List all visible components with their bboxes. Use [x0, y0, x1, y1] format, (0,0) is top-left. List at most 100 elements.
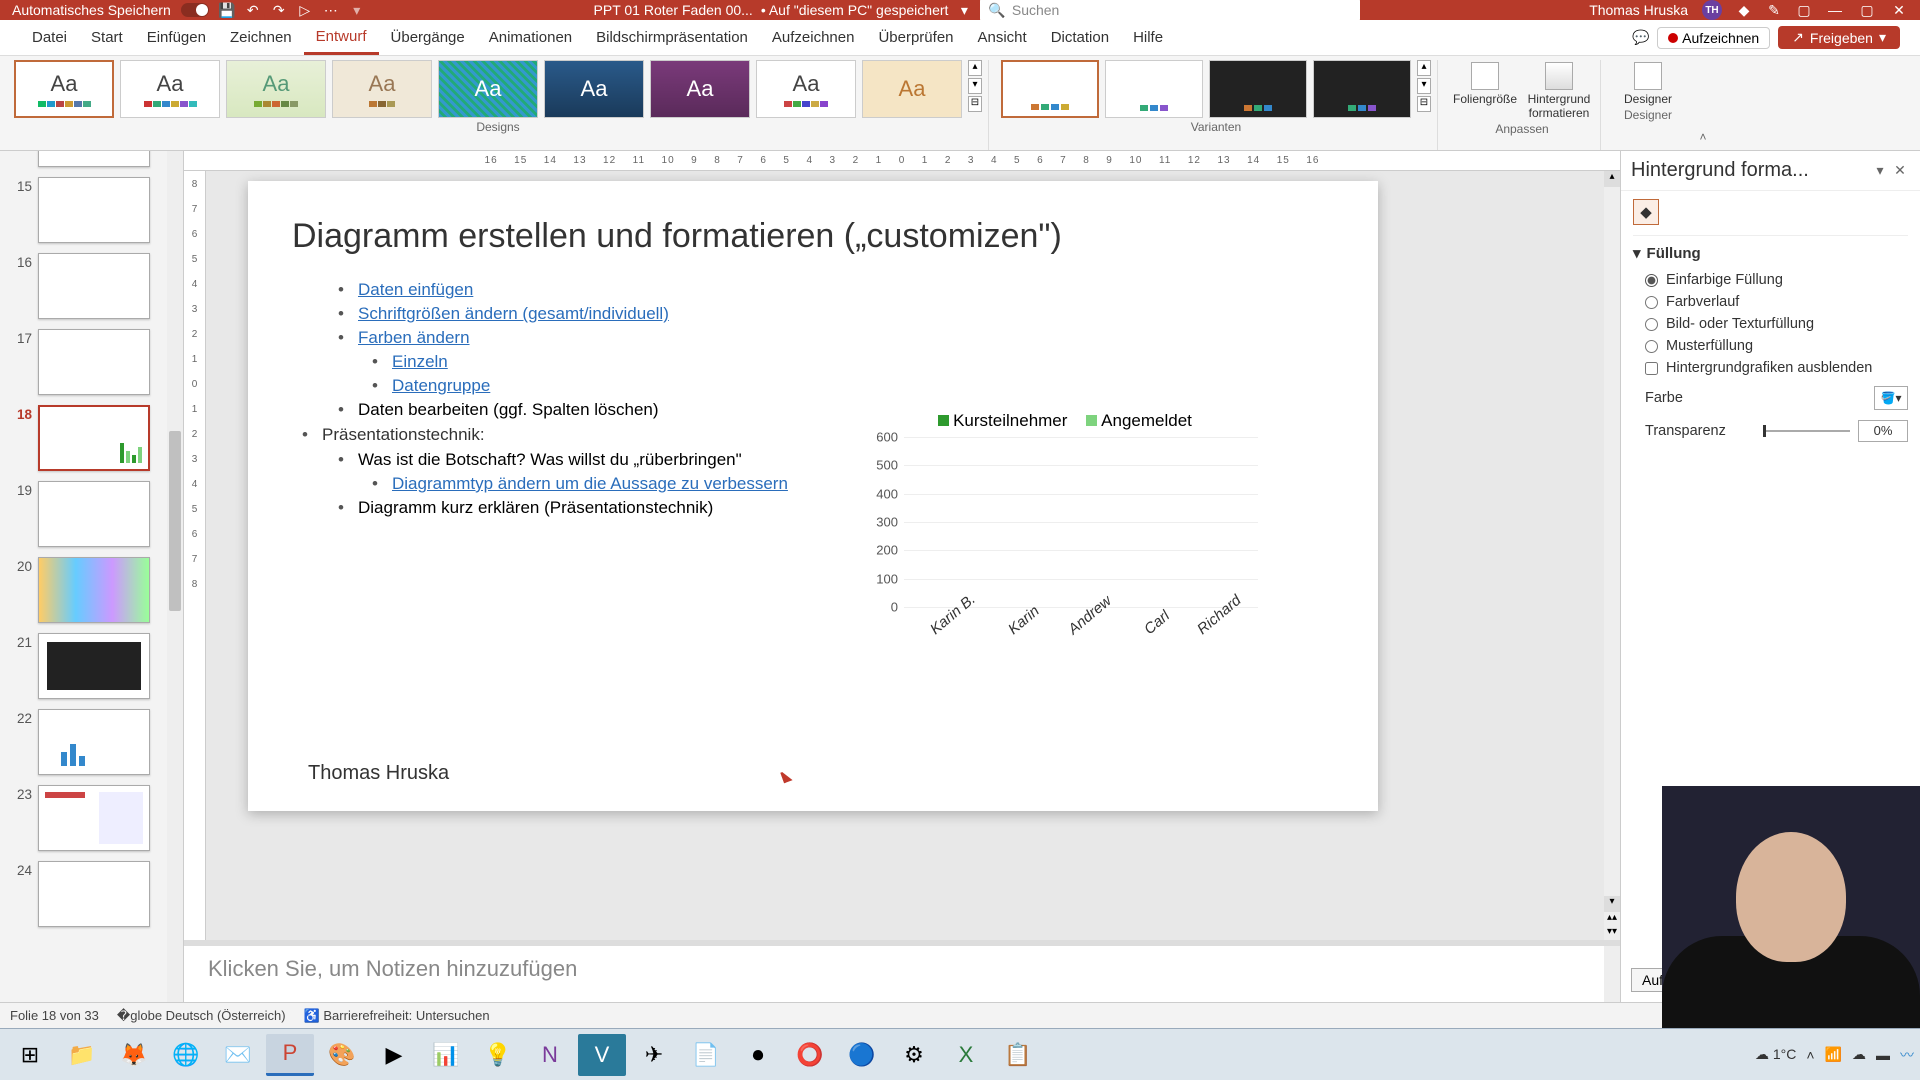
tab-animationen[interactable]: Animationen	[477, 20, 584, 55]
taskbar-app-2[interactable]: 📊	[422, 1034, 470, 1076]
themes-scroll-up[interactable]: ▴	[968, 60, 982, 76]
more-qat-icon[interactable]: ⋯	[323, 2, 339, 18]
thumbnail-24[interactable]: 24	[8, 861, 163, 927]
taskbar-settings[interactable]: ⚙	[890, 1034, 938, 1076]
variants-more[interactable]: ⊟	[1417, 96, 1431, 112]
slide[interactable]: Diagramm erstellen und formatieren („cus…	[248, 181, 1378, 811]
user-avatar[interactable]: TH	[1702, 0, 1722, 20]
transparency-value[interactable]: 0%	[1858, 420, 1908, 442]
fill-pattern-option[interactable]: Musterfüllung	[1645, 338, 1908, 354]
diamond-icon[interactable]: ◆	[1736, 2, 1752, 18]
taskbar-excel[interactable]: X	[942, 1034, 990, 1076]
thumbnail-16[interactable]: 16	[8, 253, 163, 319]
thumbnail-partial[interactable]	[8, 151, 163, 167]
tray-onedrive-icon[interactable]: ☁	[1852, 1046, 1866, 1063]
pen-icon[interactable]: ✎	[1766, 2, 1782, 18]
filename[interactable]: PPT 01 Roter Faden 00...	[594, 2, 753, 18]
tab-dictation[interactable]: Dictation	[1039, 20, 1121, 55]
themes-scroll-down[interactable]: ▾	[968, 78, 982, 94]
fill-category-icon[interactable]: ◆	[1633, 199, 1659, 225]
transparency-slider[interactable]	[1763, 430, 1850, 432]
thumbnail-19[interactable]: 19	[8, 481, 163, 547]
variant-tile-4[interactable]	[1313, 60, 1411, 118]
tab-bildschirmpraesentation[interactable]: Bildschirmpräsentation	[584, 20, 760, 55]
taskbar-app-1[interactable]: 🎨	[318, 1034, 366, 1076]
taskbar-app-8[interactable]: 📋	[994, 1034, 1042, 1076]
variant-tile-1[interactable]	[1001, 60, 1099, 118]
accessibility-indicator[interactable]: ♿ Barrierefreiheit: Untersuchen	[304, 1008, 490, 1024]
vertical-ruler[interactable]: 87654321012345678	[184, 171, 206, 940]
themes-more[interactable]: ⊟	[968, 96, 982, 112]
search-box[interactable]: 🔍 Suchen	[980, 0, 1360, 22]
fill-pattern-radio[interactable]	[1645, 340, 1658, 353]
save-icon[interactable]: 💾	[219, 2, 235, 18]
start-button[interactable]: ⊞	[6, 1034, 54, 1076]
tray-icon-2[interactable]: ▬	[1876, 1047, 1890, 1063]
theme-tile-6[interactable]: Aa	[544, 60, 644, 118]
variant-tile-3[interactable]	[1209, 60, 1307, 118]
comments-icon[interactable]: 💬	[1633, 30, 1649, 46]
theme-tile-2[interactable]: Aa	[120, 60, 220, 118]
tab-ueberpruefen[interactable]: Überprüfen	[866, 20, 965, 55]
thumbnail-22[interactable]: 22	[8, 709, 163, 775]
thumbnail-15[interactable]: 15	[8, 177, 163, 243]
fill-solid-radio[interactable]	[1645, 274, 1658, 287]
thumbnail-image[interactable]	[38, 253, 150, 319]
theme-tile-7[interactable]: Aa	[650, 60, 750, 118]
tab-start[interactable]: Start	[79, 20, 135, 55]
thumbnail-image[interactable]	[38, 557, 150, 623]
thumbnail-21[interactable]: 21	[8, 633, 163, 699]
notes-scrollbar[interactable]	[1604, 946, 1620, 1002]
qat-dropdown-icon[interactable]: ▾	[349, 2, 365, 18]
share-dropdown-icon[interactable]: ▾	[1879, 29, 1886, 46]
tab-hilfe[interactable]: Hilfe	[1121, 20, 1175, 55]
panel-options-icon[interactable]: ▾	[1870, 162, 1890, 179]
format-background-button[interactable]: Hintergrund formatieren	[1524, 60, 1594, 120]
tray-icon-1[interactable]: 📶	[1825, 1046, 1842, 1063]
theme-tile-3[interactable]: Aa	[226, 60, 326, 118]
tab-ansicht[interactable]: Ansicht	[966, 20, 1039, 55]
theme-tile-8[interactable]: Aa	[756, 60, 856, 118]
taskbar-firefox[interactable]: 🦊	[110, 1034, 158, 1076]
taskbar-obs[interactable]: ⏺	[734, 1034, 782, 1076]
theme-tile-9[interactable]: Aa	[862, 60, 962, 118]
tab-aufzeichnen[interactable]: Aufzeichnen	[760, 20, 867, 55]
slide-title[interactable]: Diagramm erstellen und formatieren („cus…	[292, 217, 1334, 256]
user-name[interactable]: Thomas Hruska	[1589, 2, 1688, 18]
scroll-down-button[interactable]: ▾	[1604, 896, 1620, 912]
thumbnail-17[interactable]: 17	[8, 329, 163, 395]
filename-dropdown-icon[interactable]: ▾	[956, 2, 972, 18]
thumbnail-image[interactable]	[38, 177, 150, 243]
variants-scroll-up[interactable]: ▴	[1417, 60, 1431, 76]
fill-gradient-radio[interactable]	[1645, 296, 1658, 309]
ribbon-collapse-button[interactable]: ˄	[1695, 130, 1711, 146]
slide-counter[interactable]: Folie 18 von 33	[10, 1008, 99, 1023]
tab-einfuegen[interactable]: Einfügen	[135, 20, 218, 55]
autosave-toggle[interactable]	[181, 3, 209, 17]
taskbar-app-5[interactable]: 📄	[682, 1034, 730, 1076]
prev-slide-button[interactable]: ▴▴	[1604, 912, 1620, 926]
canvas-vertical-scrollbar[interactable]: ▴ ▾ ▴▴ ▾▾	[1604, 171, 1620, 940]
slide-size-button[interactable]: Foliengröße	[1450, 60, 1520, 120]
thumbnail-image[interactable]	[38, 481, 150, 547]
thumbnail-20[interactable]: 20	[8, 557, 163, 623]
tray-icon-3[interactable]: 〰	[1900, 1045, 1914, 1065]
tab-datei[interactable]: Datei	[20, 20, 79, 55]
tab-uebergaenge[interactable]: Übergänge	[379, 20, 477, 55]
fill-picture-option[interactable]: Bild- oder Texturfüllung	[1645, 316, 1908, 332]
slide-bullet[interactable]: Farben ändern	[358, 328, 1334, 348]
saved-location[interactable]: • Auf "diesem PC" gespeichert	[761, 2, 949, 18]
theme-tile-1[interactable]: Aa	[14, 60, 114, 118]
language-indicator[interactable]: �globe Deutsch (Österreich)	[117, 1008, 286, 1024]
thumbnail-18[interactable]: 18	[8, 405, 163, 471]
thumbnail-image[interactable]	[38, 151, 150, 167]
slide-chart[interactable]: Kursteilnehmer Angemeldet 01002003004005…	[858, 411, 1258, 671]
taskbar-telegram[interactable]: ✈	[630, 1034, 678, 1076]
undo-icon[interactable]: ↶	[245, 2, 261, 18]
taskbar-app-3[interactable]: 💡	[474, 1034, 522, 1076]
taskbar-onenote[interactable]: N	[526, 1034, 574, 1076]
thumbnail-image[interactable]	[38, 405, 150, 471]
taskbar-app-4[interactable]: V	[578, 1034, 626, 1076]
thumbnail-scrollbar[interactable]	[167, 151, 183, 1002]
slide-bullet[interactable]: Datengruppe	[392, 376, 1334, 396]
